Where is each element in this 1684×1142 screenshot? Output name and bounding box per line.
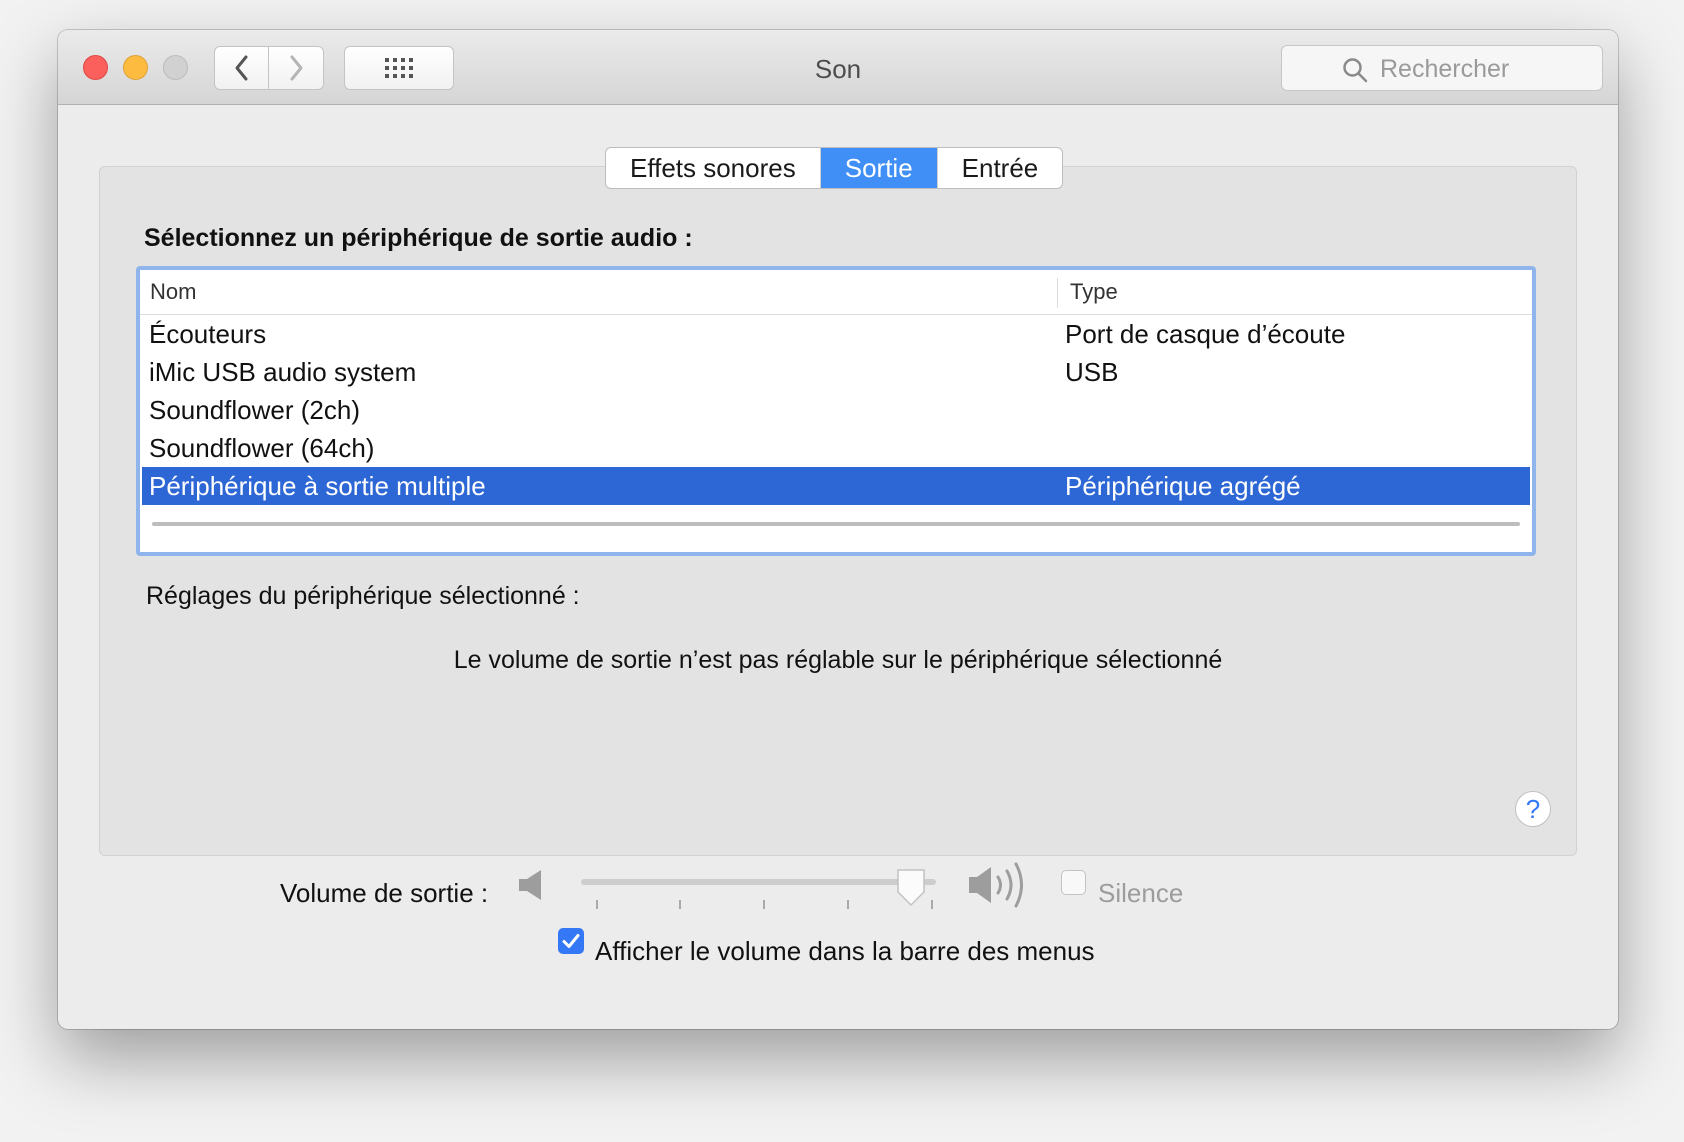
slider-tick — [679, 900, 681, 909]
device-type: Périphérique agrégé — [1065, 471, 1301, 501]
search-field[interactable] — [1281, 45, 1603, 91]
column-header-type[interactable]: Type — [1070, 270, 1118, 314]
device-type: USB — [1065, 357, 1119, 387]
table-row[interactable]: Soundflower (64ch) — [142, 429, 1530, 467]
table-row-selected[interactable]: Périphérique à sortie multiple Périphéri… — [142, 467, 1530, 505]
checkmark-icon — [562, 934, 580, 948]
device-settings-label: Réglages du périphérique sélectionné : — [146, 582, 580, 610]
volume-not-adjustable-note: Le volume de sortie n’est pas réglable s… — [453, 646, 1223, 674]
tab-input[interactable]: Entrée — [938, 148, 1063, 188]
device-name: Périphérique à sortie multiple — [149, 471, 486, 501]
silence-checkbox[interactable] — [1061, 870, 1086, 895]
device-name: Écouteurs — [149, 319, 267, 349]
show-volume-in-menubar-checkbox[interactable] — [558, 928, 584, 954]
speaker-high-icon — [969, 862, 1023, 908]
show-volume-in-menubar-label: Afficher le volume dans la barre des men… — [595, 936, 1095, 966]
silence-label: Silence — [1098, 878, 1184, 908]
slider-tick — [596, 900, 598, 909]
tab-bar: Effets sonores Sortie Entrée — [605, 147, 1064, 189]
section-title: Sélectionnez un périphérique de sortie a… — [144, 224, 693, 252]
table-row[interactable]: Soundflower (2ch) — [142, 391, 1530, 429]
search-icon — [1343, 58, 1368, 83]
column-header-name[interactable]: Nom — [150, 270, 196, 314]
slider-tick — [847, 900, 849, 909]
help-button[interactable]: ? — [1515, 791, 1551, 827]
volume-slider-thumb[interactable] — [895, 868, 927, 908]
output-device-table[interactable]: Nom Type Écouteurs Port de casque d’écou… — [136, 266, 1536, 556]
search-input[interactable] — [1378, 52, 1592, 86]
table-row[interactable]: iMic USB audio system USB — [142, 353, 1530, 391]
slider-tick — [931, 900, 933, 909]
table-row[interactable]: Écouteurs Port de casque d’écoute — [142, 315, 1530, 353]
sound-preferences-window: Son Effets sonores Sortie Entrée Sélecti… — [58, 30, 1618, 1029]
speaker-low-icon — [519, 870, 541, 900]
horizontal-scrollbar[interactable] — [152, 522, 1520, 526]
device-name: Soundflower (64ch) — [149, 433, 375, 463]
column-divider — [1057, 278, 1058, 308]
device-name: iMic USB audio system — [149, 357, 417, 387]
slider-tick — [763, 900, 765, 909]
title-bar: Son — [58, 30, 1618, 105]
device-type: Port de casque d’écoute — [1065, 319, 1346, 349]
tab-output[interactable]: Sortie — [820, 148, 938, 188]
device-name: Soundflower (2ch) — [149, 395, 360, 425]
tab-sound-effects[interactable]: Effets sonores — [606, 148, 821, 188]
output-volume-slider[interactable] — [581, 879, 936, 885]
output-volume-label: Volume de sortie : — [280, 878, 489, 908]
